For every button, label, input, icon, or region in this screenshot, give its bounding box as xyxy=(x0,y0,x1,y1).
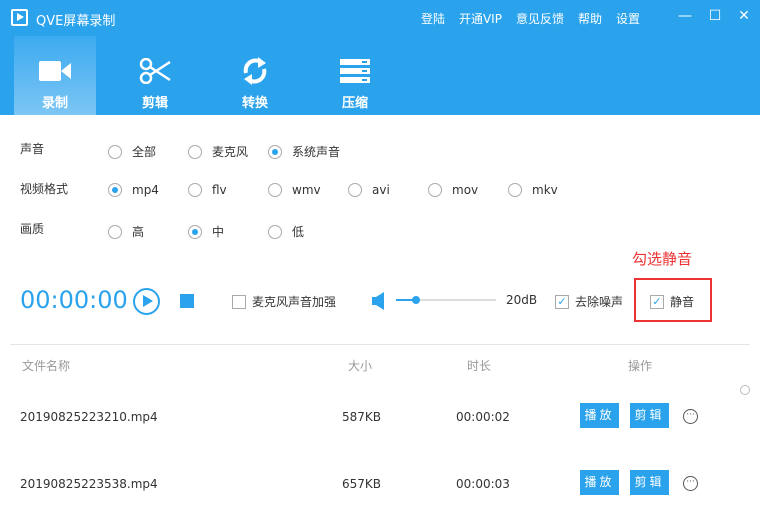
app-title: QVE屏幕录制 xyxy=(36,14,116,29)
radio-mkv[interactable]: mkv xyxy=(508,183,558,197)
option-label: 系统声音 xyxy=(292,145,341,159)
play-record-button[interactable] xyxy=(133,288,160,315)
mic-boost-checkbox[interactable]: 麦克风声音加强 xyxy=(232,293,336,310)
sound-label: 声音 xyxy=(20,142,45,156)
close-icon[interactable]: ✕ xyxy=(735,8,753,24)
login-link[interactable]: 登陆 xyxy=(421,10,445,27)
tab-compress[interactable]: 压缩 xyxy=(314,36,396,115)
radio-wmv[interactable]: wmv xyxy=(268,183,321,197)
quality-label: 画质 xyxy=(20,222,45,236)
col-actions: 操作 xyxy=(628,359,653,373)
refresh-icon xyxy=(214,50,296,92)
table-row: 20190825223210.mp4 587KB 00:00:02 播放 剪辑 … xyxy=(0,403,760,429)
radio-sound-all[interactable]: 全部 xyxy=(108,143,156,160)
format-label: 视频格式 xyxy=(20,182,69,196)
tab-record[interactable]: 录制 xyxy=(14,36,96,115)
tab-label: 录制 xyxy=(41,96,68,111)
stop-button[interactable] xyxy=(180,294,194,308)
file-duration: 00:00:02 xyxy=(456,410,510,424)
compress-icon xyxy=(314,50,396,92)
help-link[interactable]: 帮助 xyxy=(578,10,602,27)
more-icon[interactable]: ··· xyxy=(683,476,698,491)
option-label: mkv xyxy=(532,183,558,197)
denoise-checkbox[interactable]: ✓ 去除噪声 xyxy=(555,293,623,310)
option-label: wmv xyxy=(292,183,321,197)
file-name: 20190825223538.mp4 xyxy=(20,477,158,491)
settings-link[interactable]: 设置 xyxy=(616,10,640,27)
option-label: 麦克风 xyxy=(212,145,249,159)
file-duration: 00:00:03 xyxy=(456,477,510,491)
tab-label: 剪辑 xyxy=(141,96,168,111)
table-row: 20190825223538.mp4 657KB 00:00:03 播放 剪辑 … xyxy=(0,470,760,496)
play-button[interactable]: 播放 xyxy=(580,403,619,428)
edit-button[interactable]: 剪辑 xyxy=(630,470,669,495)
mute-checkbox[interactable]: ✓ 静音 xyxy=(650,293,694,310)
file-size: 587KB xyxy=(342,410,382,424)
scissors-icon xyxy=(114,50,196,92)
top-nav: 登陆 开通VIP 意见反馈 帮助 设置 xyxy=(421,10,640,27)
play-button[interactable]: 播放 xyxy=(580,470,619,495)
col-size: 大小 xyxy=(348,359,373,373)
option-label: mp4 xyxy=(132,183,159,197)
tab-convert[interactable]: 转换 xyxy=(214,36,296,115)
maximize-icon[interactable]: ☐ xyxy=(706,8,724,24)
play-icon xyxy=(143,295,153,307)
option-label: 全部 xyxy=(132,145,157,159)
option-label: mov xyxy=(452,183,479,197)
vip-link[interactable]: 开通VIP xyxy=(459,10,502,27)
file-size: 657KB xyxy=(342,477,382,491)
edit-button[interactable]: 剪辑 xyxy=(630,403,669,428)
tab-edit[interactable]: 剪辑 xyxy=(114,36,196,115)
radio-mov[interactable]: mov xyxy=(428,183,478,197)
checkbox-label: 去除噪声 xyxy=(575,295,624,309)
divider xyxy=(10,344,750,345)
volume-icon[interactable] xyxy=(372,292,388,313)
minimize-icon[interactable]: — xyxy=(676,8,694,24)
video-camera-icon xyxy=(14,50,96,92)
checkbox-label: 静音 xyxy=(670,295,695,309)
radio-mp4[interactable]: mp4 xyxy=(108,183,159,197)
option-label: 中 xyxy=(212,225,225,239)
tab-label: 转换 xyxy=(241,96,268,111)
radio-sound-system[interactable]: 系统声音 xyxy=(268,143,340,160)
radio-avi[interactable]: avi xyxy=(348,183,390,197)
option-label: 高 xyxy=(132,225,145,239)
feedback-link[interactable]: 意见反馈 xyxy=(516,10,564,27)
radio-flv[interactable]: flv xyxy=(188,183,227,197)
col-duration: 时长 xyxy=(467,359,492,373)
radio-high[interactable]: 高 xyxy=(108,223,144,240)
tab-label: 压缩 xyxy=(341,96,368,111)
option-label: flv xyxy=(212,183,227,197)
radio-sound-mic[interactable]: 麦克风 xyxy=(188,143,248,160)
option-label: avi xyxy=(372,183,390,197)
checkbox-label: 麦克风声音加强 xyxy=(252,295,337,309)
record-timer: 00:00:00 xyxy=(20,286,128,314)
option-label: 低 xyxy=(292,225,305,239)
volume-slider-handle[interactable] xyxy=(412,296,420,304)
app-logo-icon xyxy=(11,9,28,26)
annotation-text: 勾选静音 xyxy=(632,250,693,268)
volume-slider[interactable] xyxy=(396,296,496,304)
radio-medium[interactable]: 中 xyxy=(188,223,224,240)
scrollbar[interactable] xyxy=(740,385,750,395)
more-icon[interactable]: ··· xyxy=(683,409,698,424)
header: QVE屏幕录制 登陆 开通VIP 意见反馈 帮助 设置 — ☐ ✕ 录制 剪辑 … xyxy=(0,0,760,115)
col-filename: 文件名称 xyxy=(22,359,71,373)
volume-value: 20dB xyxy=(506,293,538,307)
file-name: 20190825223210.mp4 xyxy=(20,410,158,424)
radio-low[interactable]: 低 xyxy=(268,223,304,240)
